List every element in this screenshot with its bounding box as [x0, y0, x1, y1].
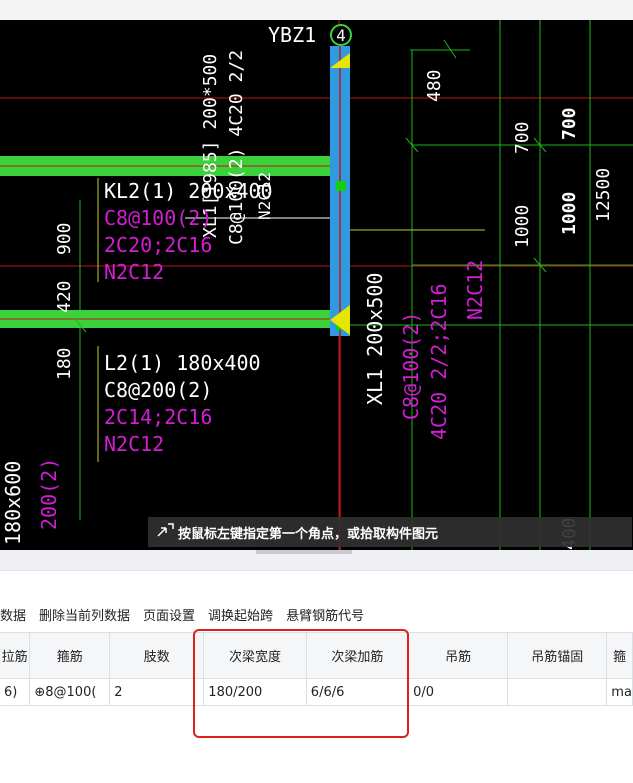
xl1-n: N2C12	[463, 260, 487, 320]
col-header-legs[interactable]: 肢数	[109, 632, 205, 679]
cell-stirrup[interactable]: ⊕8@100(	[29, 678, 111, 706]
left-stirrup-label: 200(2)	[37, 458, 61, 530]
xl1-label: XL1 200x500	[363, 273, 387, 405]
toolbar-page-setup[interactable]: 页面设置	[143, 605, 195, 627]
kl2-n: N2C12	[104, 260, 164, 284]
axis-number: 4	[336, 26, 346, 45]
l2-stirrup: C8@200(2)	[104, 378, 212, 402]
xl1-rebar: 4C20 2/2;2C16	[427, 283, 451, 440]
kl2-stirrup: C8@100(2)	[104, 206, 212, 230]
l2-label: L2(1) 180x400	[104, 351, 261, 375]
pane-splitter[interactable]	[0, 550, 633, 571]
toolbar-data[interactable]: 数据	[0, 605, 26, 627]
dim-700-b: 700	[559, 107, 580, 140]
corner-pick-icon	[156, 522, 178, 542]
col-header-hanger[interactable]: 吊筋	[408, 632, 509, 679]
toolbar-delete-column[interactable]: 删除当前列数据	[39, 605, 130, 627]
cad-drawing[interactable]: 4 YBZ1 XL1[1985] 200*500 C8@100(2) 4C20 …	[0, 20, 633, 550]
kl2-label: KL2(1) 200x400	[104, 179, 273, 203]
cell-hanger[interactable]: 0/0	[408, 678, 509, 706]
left-size-label: 180x600	[1, 461, 25, 545]
col-header-hanger-anchor[interactable]: 吊筋锚固	[507, 632, 608, 679]
kl2-rebar: 2C20;2C16	[104, 233, 212, 257]
annotation-highlight-box	[193, 629, 409, 738]
dim-420: 420	[54, 280, 75, 313]
col-header-next[interactable]: 箍	[606, 632, 633, 679]
dim-1000-b: 1000	[559, 192, 580, 235]
col-header-tie-bar[interactable]: 拉筋	[0, 632, 31, 679]
table-toolbar: 数据 删除当前列数据 页面设置 调换起始跨 悬臂钢筋代号	[0, 605, 377, 627]
dim-180: 180	[54, 347, 75, 380]
dim-1000-a: 1000	[512, 205, 533, 248]
splitter-grip[interactable]	[256, 550, 352, 554]
toolbar-cantilever-code[interactable]: 悬臂钢筋代号	[286, 605, 364, 627]
cell-hanger-anchor[interactable]	[507, 678, 608, 706]
xl1-rebar-label: C8@100(2) 4C20 2/2	[226, 50, 247, 245]
cell-legs[interactable]: 2	[109, 678, 205, 706]
l2-n: N2C12	[104, 432, 164, 456]
command-prompt-bar: 按鼠标左键指定第一个角点，或拾取构件图元	[148, 517, 632, 547]
dim-12500: 12500	[593, 168, 614, 222]
axis-label: YBZ1	[268, 23, 316, 47]
dim-700-a: 700	[512, 121, 533, 154]
cad-canvas[interactable]: 4 YBZ1 XL1[1985] 200*500 C8@100(2) 4C20 …	[0, 20, 633, 550]
dim-900: 900	[54, 222, 75, 255]
top-strip	[0, 0, 633, 20]
l2-rebar: 2C14;2C16	[104, 405, 212, 429]
col-header-stirrup[interactable]: 箍筋	[29, 632, 111, 679]
grip-point-1	[336, 181, 346, 191]
cell-next[interactable]: ma	[606, 678, 633, 706]
command-prompt-text: 按鼠标左键指定第一个角点，或拾取构件图元	[178, 526, 439, 542]
xl1-stirrup: C8@100(2)	[399, 312, 423, 420]
dim-480: 480	[424, 69, 445, 102]
cell-tie-bar[interactable]: 6)	[0, 678, 31, 706]
toolbar-swap-start-span[interactable]: 调换起始跨	[208, 605, 273, 627]
